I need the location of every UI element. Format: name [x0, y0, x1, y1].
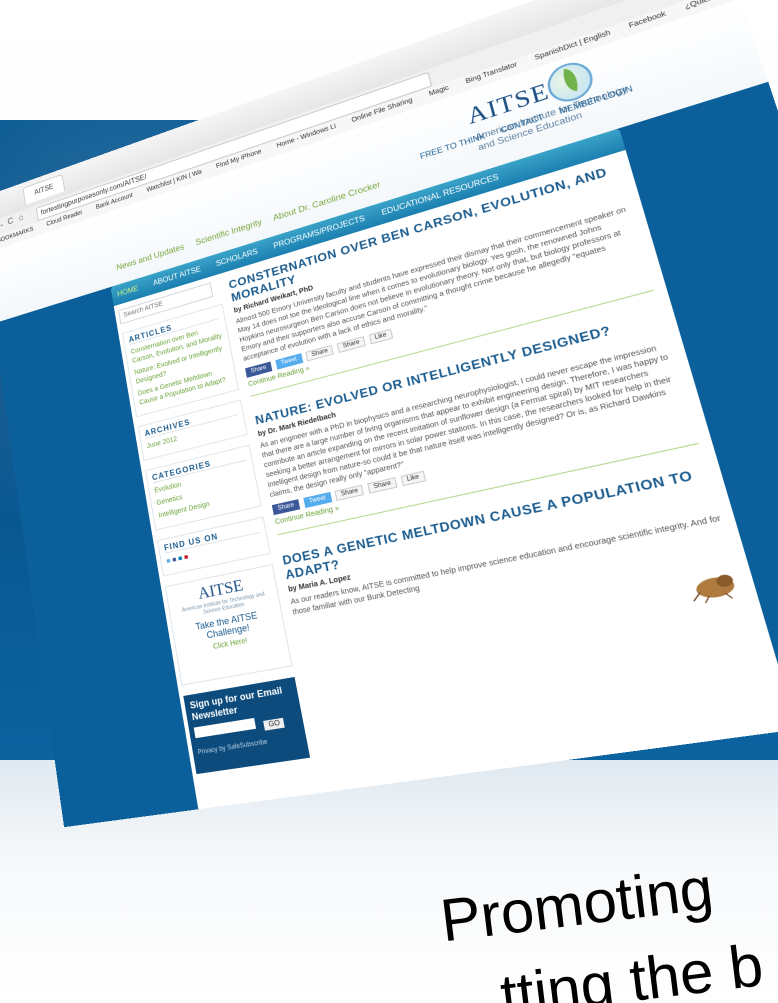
share-button[interactable]: Share [272, 499, 300, 515]
newsletter-box: Sign up for our Email Newsletter GO Priv… [183, 677, 310, 774]
nav-home[interactable]: HOME [117, 284, 139, 298]
reload-icon[interactable]: C [7, 216, 14, 227]
twitter-icon[interactable]: ■ [166, 558, 171, 566]
beetle-image [683, 564, 746, 607]
forward-icon[interactable]: → [0, 219, 5, 231]
newsletter-powered: Privacy by SafeSubscribe [197, 734, 301, 756]
challenge-box[interactable]: AITSE American Institute for Technology … [165, 564, 293, 686]
bookmark[interactable]: Magic [428, 85, 449, 98]
facebook-icon[interactable]: ■ [172, 556, 177, 564]
share-button[interactable]: Share [367, 477, 397, 494]
like-button[interactable]: Like [369, 329, 393, 345]
home-icon[interactable]: ⌂ [18, 213, 24, 224]
youtube-icon[interactable]: ■ [184, 554, 189, 562]
categories-box: CATEGORIES Evolution Genetics Intelligen… [145, 444, 261, 530]
articles-box: ARTICLES Consternation over Ben Carson, … [122, 304, 239, 418]
like-button[interactable]: Like [400, 471, 425, 487]
linkedin-icon[interactable]: ■ [178, 555, 183, 563]
link-free-to-think[interactable]: FREE TO THINK [419, 132, 486, 161]
tweet-button[interactable]: Tweet [303, 492, 332, 508]
share-button[interactable]: Share [335, 485, 365, 501]
newsletter-email-input[interactable] [194, 718, 256, 738]
scene: AITSE ← → C ⌂ fortestingpurposesonly.com… [0, 0, 778, 1003]
newsletter-go-button[interactable]: GO [264, 718, 285, 731]
